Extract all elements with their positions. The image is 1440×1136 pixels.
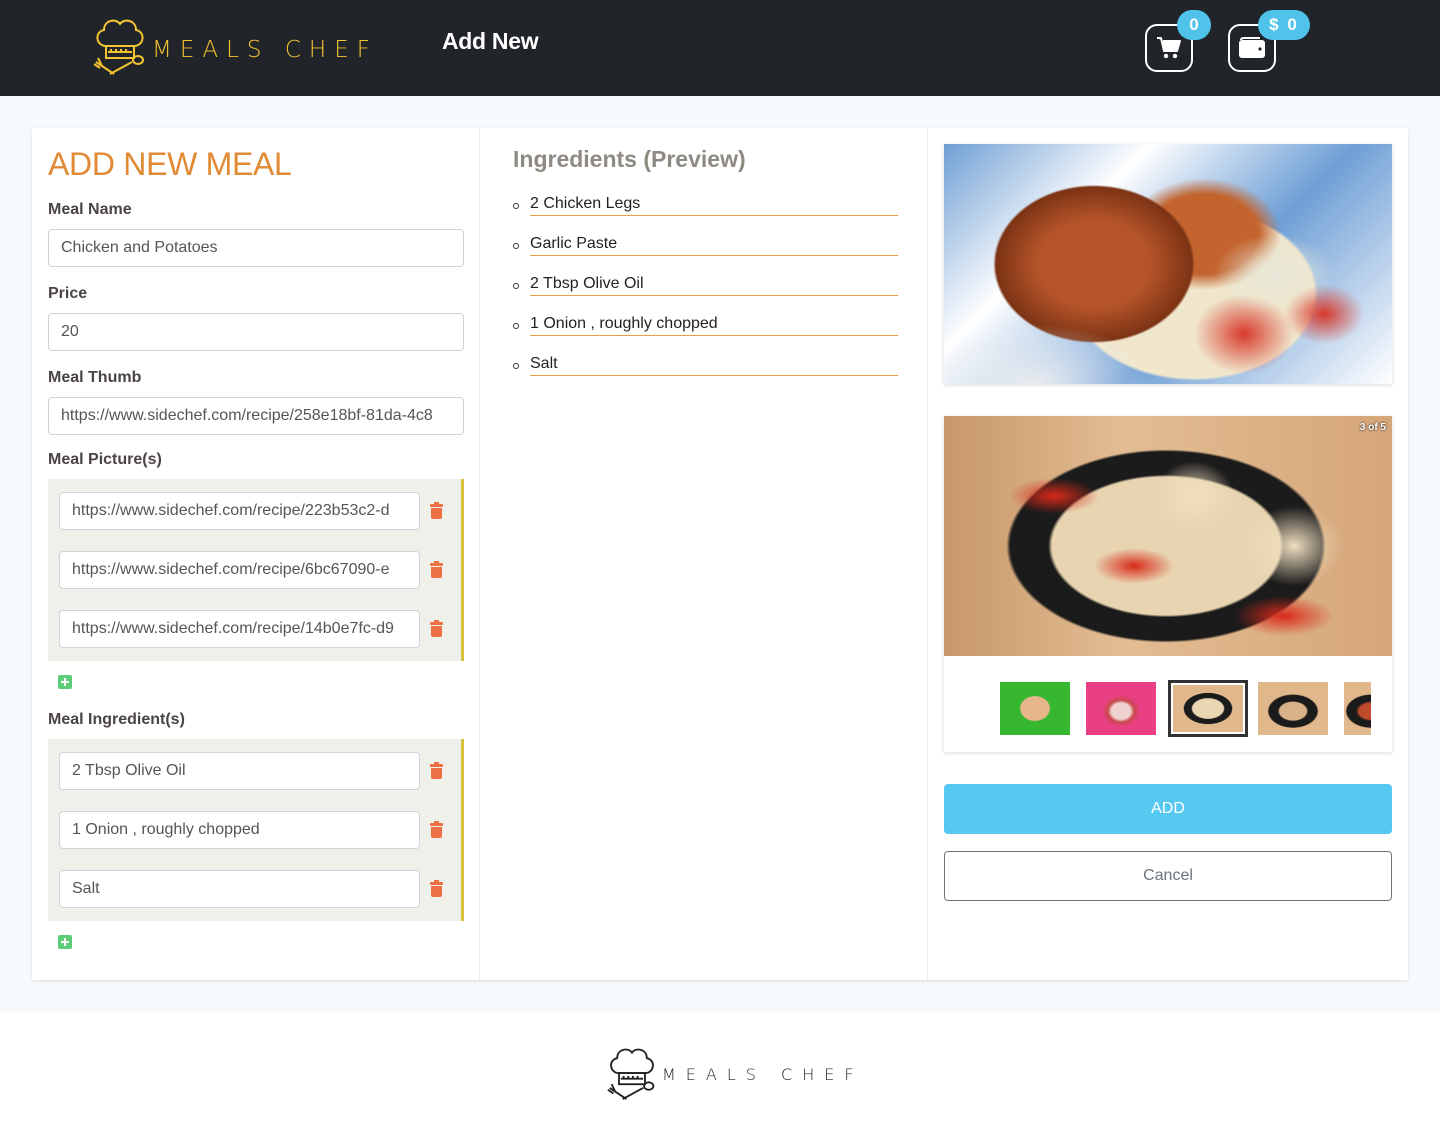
footer: MEALS CHEF [0, 1012, 1440, 1136]
ingredient-row: Salt [59, 870, 461, 908]
cart-button[interactable]: 0 [1145, 10, 1211, 72]
footer-brand-name: MEALS CHEF [662, 1064, 864, 1084]
list-item: 2 Tbsp Olive Oil [513, 275, 927, 296]
ingredient-input[interactable]: 1 Onion , roughly chopped [59, 811, 420, 849]
cart-count-badge: 0 [1177, 10, 1211, 40]
meal-name-label: Meal Name [48, 201, 132, 218]
picture-row: https://www.sidechef.com/recipe/14b0e7fc… [59, 610, 461, 648]
gallery-thumbnail[interactable] [1258, 682, 1328, 735]
meal-thumb-field: Meal Thumb https://www.sidechef.com/reci… [48, 369, 464, 435]
image-gallery: 3 of 5 [944, 416, 1392, 752]
add-ingredient-plus-icon[interactable] [58, 935, 72, 949]
gallery-thumbnail-active[interactable] [1168, 680, 1248, 737]
wallet-balance-badge: $ 0 [1258, 10, 1310, 40]
meal-name-input[interactable]: Chicken and Potatoes [48, 229, 464, 267]
meal-name-field: Meal Name Chicken and Potatoes [48, 201, 464, 267]
gallery-thumbnail[interactable] [1344, 682, 1371, 735]
gallery-thumbnails [1000, 680, 1372, 737]
ingredient-row: 2 Tbsp Olive Oil [59, 752, 461, 790]
meal-pictures-list: https://www.sidechef.com/recipe/223b53c2… [48, 479, 464, 661]
picture-row: https://www.sidechef.com/recipe/223b53c2… [59, 492, 461, 530]
preview-ingredient-text: 2 Chicken Legs [530, 195, 898, 216]
picture-url-input[interactable]: https://www.sidechef.com/recipe/6bc67090… [59, 551, 420, 589]
wallet-icon [1239, 37, 1265, 58]
chef-hat-logo-icon [607, 1048, 655, 1100]
trash-icon[interactable] [430, 880, 443, 897]
price-input[interactable]: 20 [48, 313, 464, 351]
add-picture-plus-icon[interactable] [58, 675, 72, 689]
bullet-icon [513, 203, 519, 209]
picture-url-input[interactable]: https://www.sidechef.com/recipe/223b53c2… [59, 492, 420, 530]
footer-brand-logo[interactable]: MEALS CHEF [606, 1044, 864, 1104]
meal-thumb-preview-image [944, 144, 1392, 384]
brand-logo[interactable]: MEALS CHEF [92, 16, 378, 78]
chef-hat-logo-icon [93, 19, 144, 75]
add-meal-card: ADD NEW MEAL Meal Name Chicken and Potat… [32, 128, 1408, 980]
wallet-button[interactable]: $ 0 [1228, 10, 1310, 72]
trash-icon[interactable] [430, 821, 443, 838]
meal-ingredients-label: Meal Ingredient(s) [48, 711, 185, 728]
preview-ingredient-text: 1 Onion , roughly chopped [530, 315, 898, 336]
meal-form: ADD NEW MEAL Meal Name Chicken and Potat… [32, 128, 480, 980]
bullet-icon [513, 323, 519, 329]
ingredient-input[interactable]: Salt [59, 870, 420, 908]
top-navbar: MEALS CHEF Add New 0 $ 0 [0, 0, 1440, 96]
preview-ingredient-text: Salt [530, 355, 898, 376]
list-item: 1 Onion , roughly chopped [513, 315, 927, 336]
ingredient-input[interactable]: 2 Tbsp Olive Oil [59, 752, 420, 790]
shopping-cart-icon [1157, 37, 1181, 59]
meal-media-panel: 3 of 5 ADD Cancel [928, 128, 1408, 980]
preview-ingredient-list: 2 Chicken Legs Garlic Paste 2 Tbsp Olive… [513, 195, 927, 376]
meal-pictures-label: Meal Picture(s) [48, 451, 162, 468]
preview-ingredient-text: Garlic Paste [530, 235, 898, 256]
list-item: Salt [513, 355, 927, 376]
price-field: Price 20 [48, 285, 464, 351]
brand-name: MEALS CHEF [152, 37, 378, 63]
gallery-main-image[interactable]: 3 of 5 [944, 416, 1392, 656]
picture-url-input[interactable]: https://www.sidechef.com/recipe/14b0e7fc… [59, 610, 420, 648]
meal-ingredients-list: 2 Tbsp Olive Oil 1 Onion , roughly chopp… [48, 739, 464, 921]
bullet-icon [513, 283, 519, 289]
trash-icon[interactable] [430, 502, 443, 519]
page-title: ADD NEW MEAL [48, 146, 292, 182]
trash-icon[interactable] [430, 620, 443, 637]
picture-row: https://www.sidechef.com/recipe/6bc67090… [59, 551, 461, 589]
gallery-counter: 3 of 5 [1359, 422, 1386, 433]
add-button[interactable]: ADD [944, 784, 1392, 834]
bullet-icon [513, 363, 519, 369]
cancel-button[interactable]: Cancel [944, 851, 1392, 901]
ingredient-row: 1 Onion , roughly chopped [59, 811, 461, 849]
preview-ingredient-text: 2 Tbsp Olive Oil [530, 275, 898, 296]
ingredients-preview: Ingredients (Preview) 2 Chicken Legs Gar… [480, 128, 928, 980]
preview-title: Ingredients (Preview) [513, 146, 746, 172]
bullet-icon [513, 243, 519, 249]
trash-icon[interactable] [430, 561, 443, 578]
gallery-thumbnail[interactable] [1000, 682, 1070, 735]
list-item: Garlic Paste [513, 235, 927, 256]
nav-add-new-link[interactable]: Add New [442, 28, 539, 55]
list-item: 2 Chicken Legs [513, 195, 927, 216]
trash-icon[interactable] [430, 762, 443, 779]
meal-thumb-input[interactable]: https://www.sidechef.com/recipe/258e18bf… [48, 397, 464, 435]
gallery-thumbnail[interactable] [1086, 682, 1156, 735]
meal-thumb-label: Meal Thumb [48, 369, 142, 386]
price-label: Price [48, 285, 88, 302]
